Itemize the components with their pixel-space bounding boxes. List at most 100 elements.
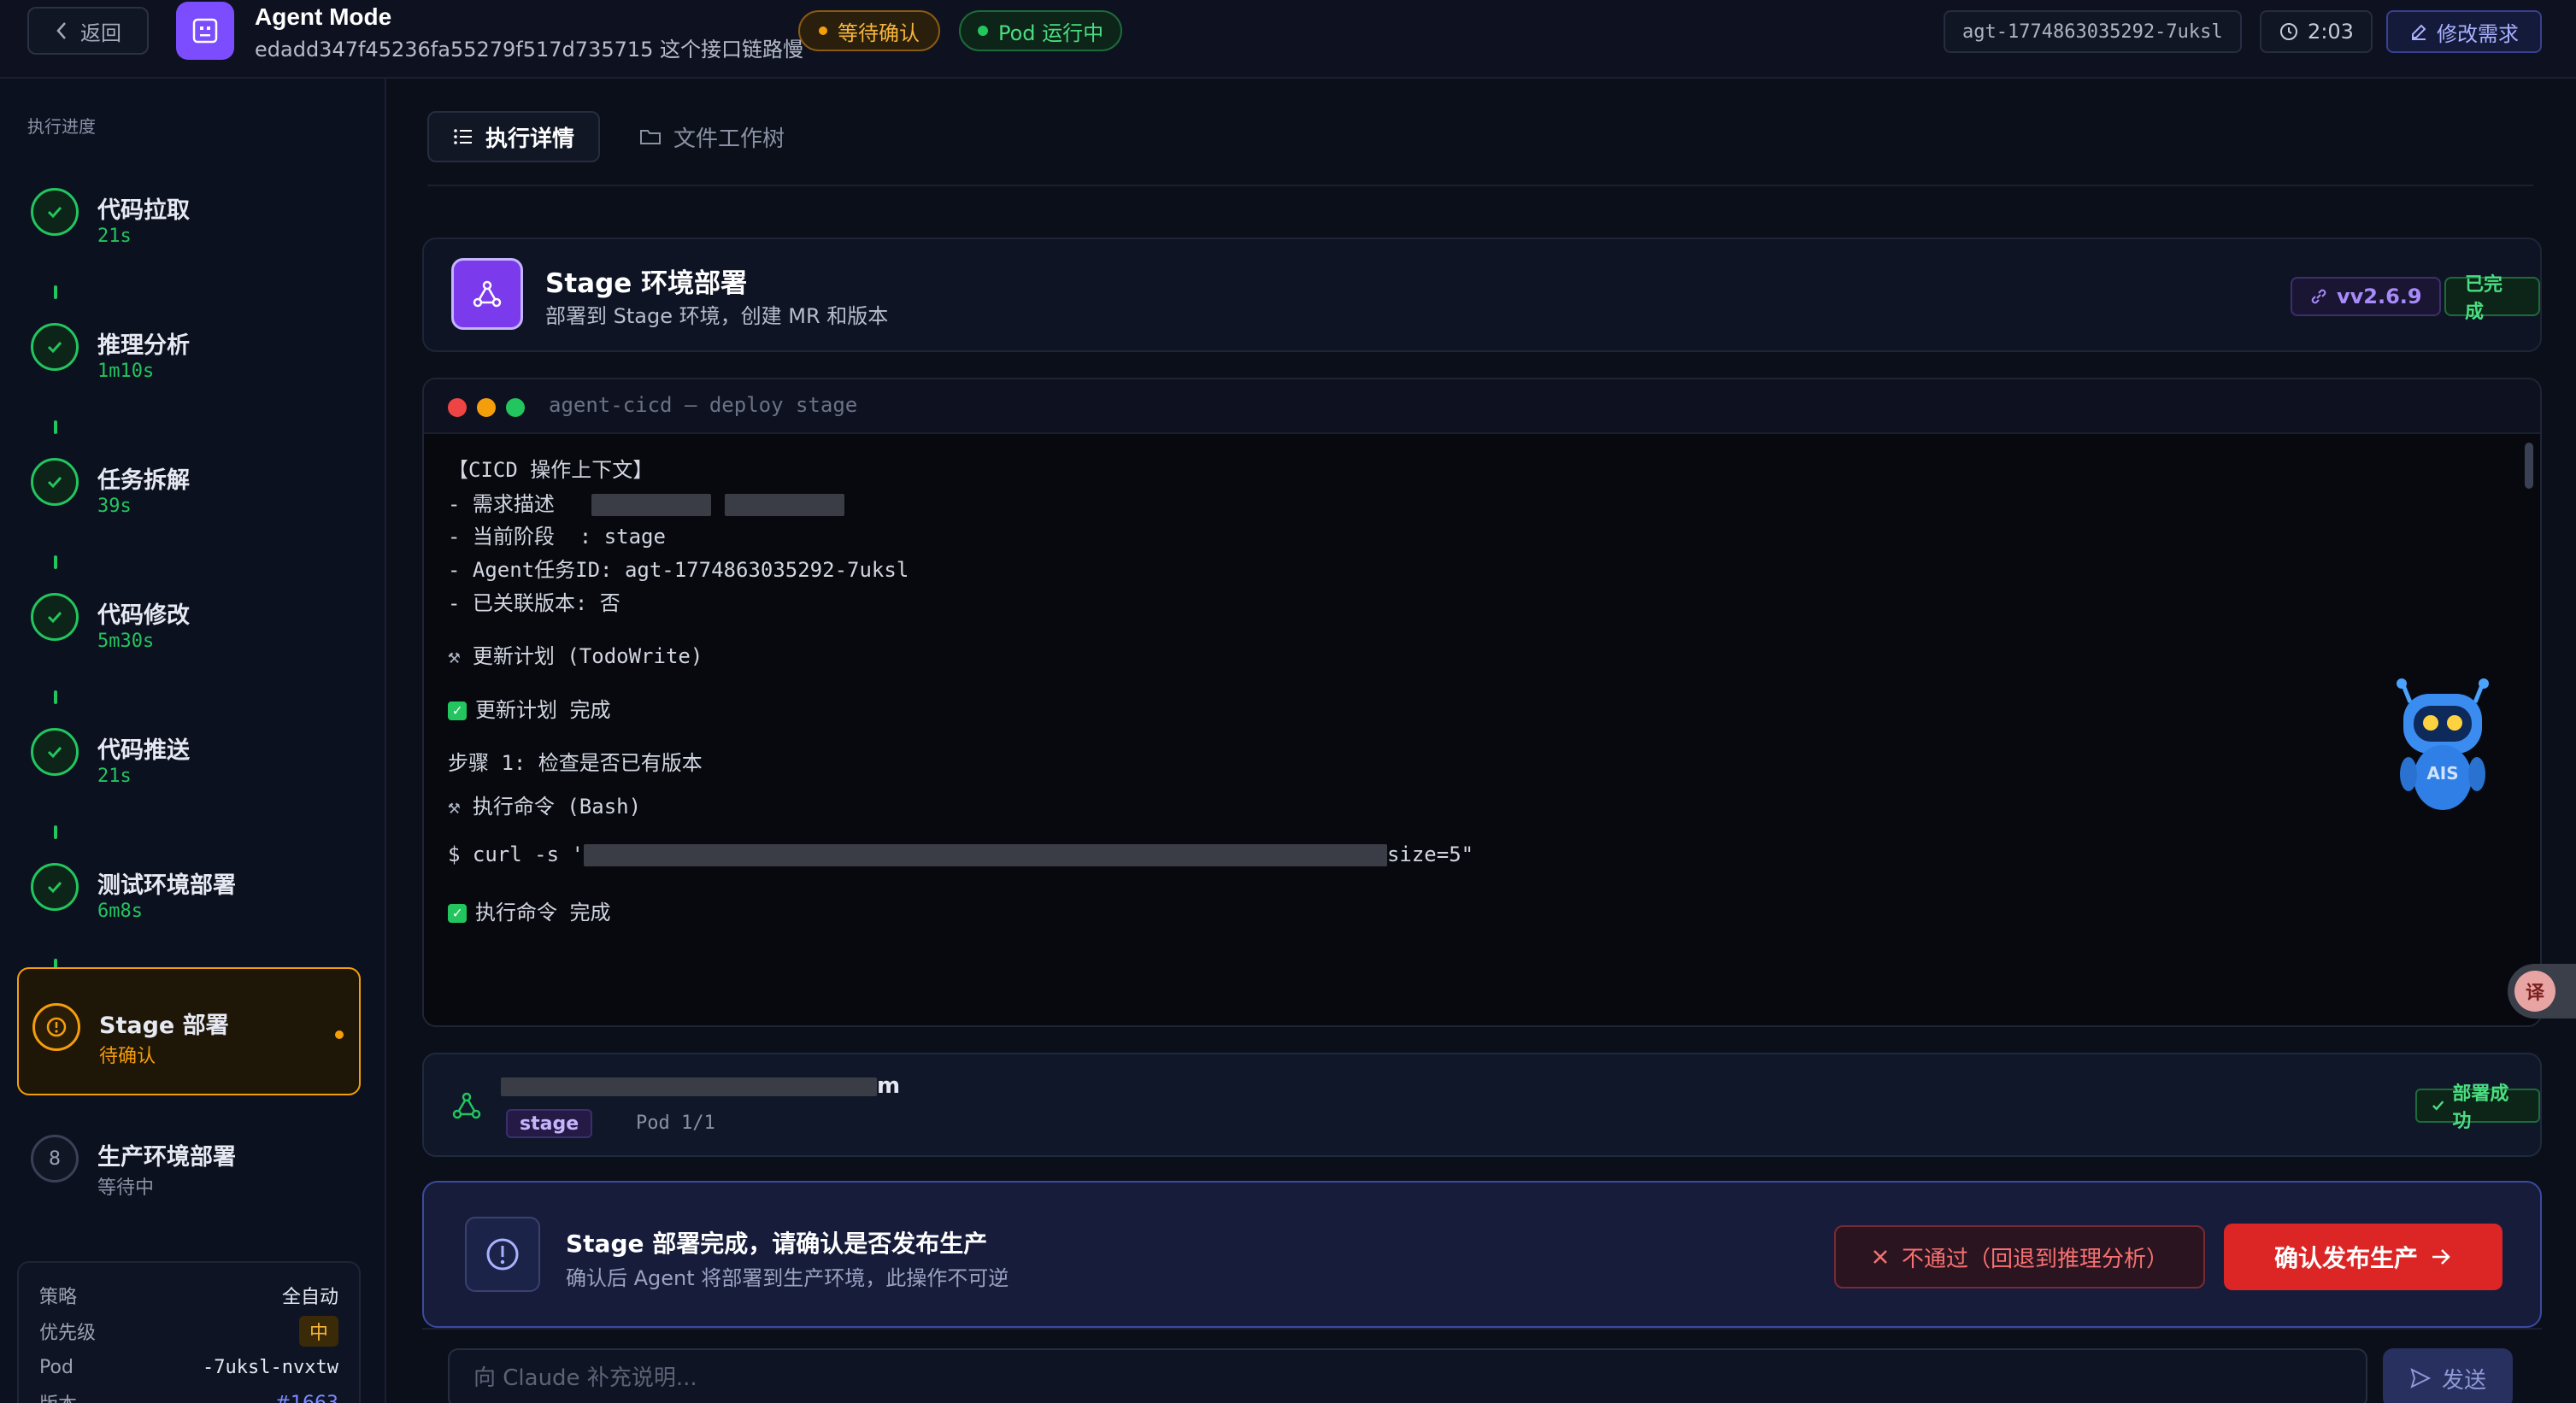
status-badge-pending: 等待确认 (798, 10, 940, 51)
step-code-pull[interactable]: 代码拉取 21s (17, 154, 361, 282)
confirm-release-button[interactable]: 确认发布生产 (2224, 1224, 2502, 1290)
step-stage-deploy[interactable]: Stage 部署 待确认 (17, 967, 361, 1095)
reject-button[interactable]: 不通过（回退到推理分析） (1834, 1225, 2205, 1289)
check-icon (31, 593, 79, 641)
step-name: 测试环境部署 (97, 872, 236, 899)
back-label: 返回 (80, 21, 121, 45)
check-icon (31, 188, 79, 236)
wrench-icon: ⚒ (448, 795, 473, 819)
check-icon (31, 458, 79, 506)
robot-mascot-icon[interactable]: AIS (2385, 668, 2501, 813)
step-name: 代码修改 (97, 602, 190, 629)
back-button[interactable]: 返回 (27, 7, 149, 55)
confirm-subtitle: 确认后 Agent 将部署到生产环境，此操作不可逆 (566, 1266, 1009, 1290)
version-link[interactable]: #1663 (275, 1393, 338, 1403)
step-name: 代码拉取 (97, 197, 190, 224)
confirm-title: Stage 部署完成，请确认是否发布生产 (566, 1230, 988, 1258)
step-number-badge: 8 (31, 1135, 79, 1183)
send-icon (2410, 1368, 2432, 1388)
maximize-dot-icon (506, 398, 525, 417)
terminal-scrollbar[interactable] (2525, 443, 2533, 489)
redacted-block (501, 1077, 877, 1096)
list-icon (454, 129, 472, 144)
arrow-right-icon (2432, 1249, 2450, 1265)
version-chip[interactable]: vv2.6.9 (2291, 277, 2441, 316)
folder-icon (640, 130, 661, 144)
step-code-push[interactable]: 代码推送 21s (17, 694, 361, 822)
edit-requirement-button[interactable]: 修改需求 (2386, 10, 2542, 53)
tab-execution-details[interactable]: 执行详情 (427, 111, 601, 162)
timer-chip: 2:03 (2260, 10, 2373, 53)
clock-icon (2280, 23, 2298, 40)
log-line: ✓ 执行命令 完成 (448, 895, 610, 925)
step-name: Stage 部署 (99, 1013, 229, 1039)
step-duration: 21s (97, 226, 132, 247)
alert-circle-icon (465, 1217, 540, 1292)
step-prod-deploy[interactable]: 8 生产环境部署 等待中 (17, 1101, 361, 1229)
stage-status-badge: 已完成 (2444, 274, 2540, 323)
step-duration: 39s (97, 496, 132, 517)
log-line: - Agent任务ID: agt-1774863035292-7uksl (448, 558, 909, 582)
pod-running-dot-icon (978, 26, 988, 36)
translate-float-button[interactable]: 译 (2508, 964, 2576, 1018)
step-status: 等待中 (97, 1177, 155, 1199)
log-line: ⚒ 执行命令 (Bash) (448, 795, 642, 819)
log-line: - 需求描述 (448, 487, 845, 517)
chat-divider (422, 1328, 2542, 1330)
meta-pod: Pod -7uksl-nvxtw (39, 1356, 338, 1378)
svg-text:AIS: AIS (2426, 763, 2458, 784)
step-test-deploy[interactable]: 测试环境部署 6m8s (17, 829, 361, 957)
status-badge-pod: Pod 运行中 (959, 10, 1123, 51)
step-name: 推理分析 (97, 332, 190, 359)
active-indicator-dot (335, 1030, 344, 1039)
close-dot-icon (448, 398, 467, 417)
stage-header-card: Stage 环境部署 部署到 Stage 环境，创建 MR 和版本 vv2.6.… (422, 238, 2542, 352)
step-code-modify[interactable]: 代码修改 5m30s (17, 559, 361, 687)
deploy-nodes-icon (452, 1092, 481, 1119)
alert-circle-icon (32, 1003, 80, 1051)
minimize-dot-icon (477, 398, 496, 417)
log-line: ✓ 更新计划 完成 (448, 693, 610, 723)
stage-title: Stage 环境部署 (545, 268, 748, 299)
step-reasoning[interactable]: 推理分析 1m10s (17, 289, 361, 417)
tab-file-worktree[interactable]: 文件工作树 (615, 111, 809, 162)
wrench-icon: ⚒ (448, 644, 473, 668)
log-line: $ curl -s ' size=5" (448, 842, 1474, 866)
pencil-icon (2412, 24, 2426, 40)
task-subtitle: edadd347f45236fa55279f517d735715 这个接口链路慢 (255, 38, 804, 62)
log-line: 【CICD 操作上下文】 (448, 458, 654, 482)
main-content: 执行详情 文件工作树 Stage 环境部署 部署到 Stage 环境，创建 MR… (386, 79, 2576, 1403)
check-icon (2432, 1101, 2444, 1111)
log-line: - 已关联版本: 否 (448, 591, 620, 615)
check-icon (31, 323, 79, 371)
stage-tag: stage (506, 1109, 593, 1138)
meta-strategy: 策略 全自动 (39, 1287, 338, 1308)
task-meta-card: 策略 全自动 优先级 中 Pod -7uksl-nvxtw 版本 #1663 (17, 1261, 361, 1403)
terminal-header: agent-cicd — deploy stage (424, 379, 2540, 434)
sidebar-heading: 执行进度 (27, 116, 96, 137)
send-button[interactable]: 发送 (2383, 1348, 2513, 1403)
log-line: ⚒ 更新计划 (TodoWrite) (448, 644, 703, 668)
translate-icon: 译 (2514, 971, 2555, 1012)
step-duration: 6m8s (97, 901, 143, 922)
close-icon (1873, 1250, 1887, 1264)
deploy-service-name: m (501, 1073, 900, 1099)
check-icon (31, 728, 79, 776)
deploy-success-badge: 部署成功 (2415, 1083, 2540, 1132)
chat-input[interactable] (448, 1348, 2367, 1403)
step-duration: 5m30s (97, 631, 155, 652)
step-name: 生产环境部署 (97, 1144, 236, 1171)
deploy-status-card: m stage Pod 1/1 部署成功 (422, 1053, 2542, 1157)
pod-count: Pod 1/1 (636, 1112, 715, 1134)
step-status: 待确认 (99, 1046, 156, 1067)
link-icon (2311, 289, 2326, 304)
redacted-block (591, 494, 712, 516)
confirm-release-card: Stage 部署完成，请确认是否发布生产 确认后 Agent 将部署到生产环境，… (422, 1181, 2542, 1328)
deploy-terminal[interactable]: agent-cicd — deploy stage 【CICD 操作上下文】 -… (422, 378, 2542, 1027)
terminal-title: agent-cicd — deploy stage (549, 393, 858, 417)
pending-dot-icon (819, 26, 827, 35)
check-square-icon: ✓ (448, 904, 467, 923)
stage-subtitle: 部署到 Stage 环境，创建 MR 和版本 (545, 304, 889, 328)
agent-id-chip[interactable]: agt-1774863035292-7uksl (1944, 10, 2242, 53)
step-task-breakdown[interactable]: 任务拆解 39s (17, 424, 361, 552)
